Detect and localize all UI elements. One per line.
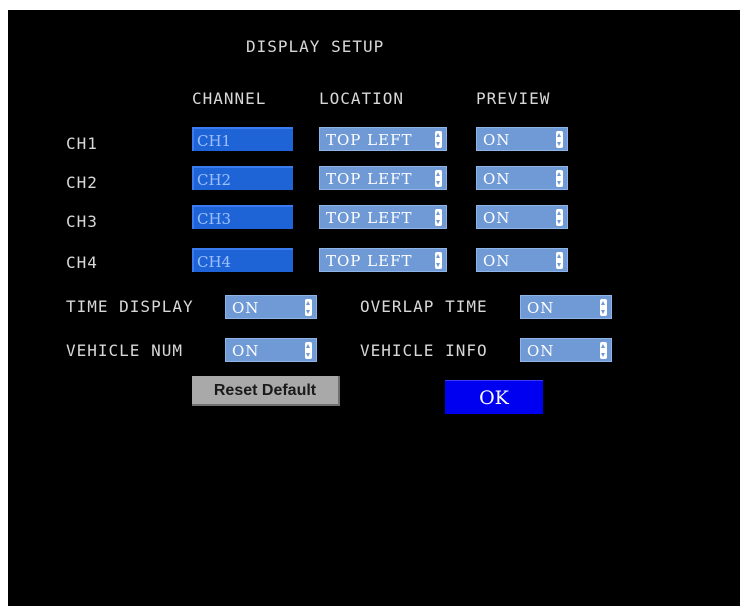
dvr-screen: DISPLAY SETUP CHANNEL LOCATION PREVIEW C…	[8, 10, 740, 606]
up-down-arrow-icon	[435, 170, 442, 187]
up-down-arrow-icon	[600, 299, 607, 316]
location-select-ch1[interactable]: TOP LEFT	[319, 127, 447, 151]
column-header-preview: PREVIEW	[476, 89, 551, 108]
row-label-ch1: CH1	[66, 134, 98, 153]
preview-select-ch4[interactable]: ON	[476, 248, 568, 272]
preview-select-value: ON	[483, 252, 511, 270]
location-select-value: TOP LEFT	[326, 209, 413, 227]
preview-select-value: ON	[483, 209, 511, 227]
channel-name-field-ch4[interactable]: CH4	[192, 248, 293, 272]
time-display-value: ON	[232, 299, 260, 317]
channel-name-field-ch2[interactable]: CH2	[192, 166, 293, 190]
up-down-arrow-icon	[556, 170, 563, 187]
vehicle-info-value: ON	[527, 342, 555, 360]
column-header-channel: CHANNEL	[192, 89, 267, 108]
row-label-ch3: CH3	[66, 212, 98, 231]
up-down-arrow-icon	[556, 131, 563, 148]
reset-default-button[interactable]: Reset Default	[192, 376, 340, 406]
row-label-ch2: CH2	[66, 173, 98, 192]
vehicle-num-label: VEHICLE NUM	[66, 341, 183, 360]
ok-button[interactable]: OK	[445, 380, 543, 414]
overlap-time-select[interactable]: ON	[520, 295, 612, 319]
preview-select-ch3[interactable]: ON	[476, 205, 568, 229]
time-display-label: TIME DISPLAY	[66, 297, 194, 316]
page-title: DISPLAY SETUP	[246, 37, 385, 56]
preview-select-value: ON	[483, 131, 511, 149]
vehicle-num-select[interactable]: ON	[225, 338, 317, 362]
up-down-arrow-icon	[556, 209, 563, 226]
up-down-arrow-icon	[305, 342, 312, 359]
overlap-time-label: OVERLAP TIME	[360, 297, 488, 316]
vehicle-num-value: ON	[232, 342, 260, 360]
channel-name-field-ch1[interactable]: CH1	[192, 127, 293, 151]
vehicle-info-label: VEHICLE INFO	[360, 341, 488, 360]
location-select-value: TOP LEFT	[326, 252, 413, 270]
overlap-time-value: ON	[527, 299, 555, 317]
up-down-arrow-icon	[305, 299, 312, 316]
location-select-value: TOP LEFT	[326, 131, 413, 149]
column-header-location: LOCATION	[319, 89, 405, 108]
up-down-arrow-icon	[600, 342, 607, 359]
time-display-select[interactable]: ON	[225, 295, 317, 319]
preview-select-ch1[interactable]: ON	[476, 127, 568, 151]
preview-select-value: ON	[483, 170, 511, 188]
row-label-ch4: CH4	[66, 253, 98, 272]
location-select-value: TOP LEFT	[326, 170, 413, 188]
preview-select-ch2[interactable]: ON	[476, 166, 568, 190]
up-down-arrow-icon	[556, 252, 563, 269]
vehicle-info-select[interactable]: ON	[520, 338, 612, 362]
location-select-ch4[interactable]: TOP LEFT	[319, 248, 447, 272]
up-down-arrow-icon	[435, 252, 442, 269]
channel-name-field-ch3[interactable]: CH3	[192, 205, 293, 229]
up-down-arrow-icon	[435, 131, 442, 148]
location-select-ch3[interactable]: TOP LEFT	[319, 205, 447, 229]
up-down-arrow-icon	[435, 209, 442, 226]
location-select-ch2[interactable]: TOP LEFT	[319, 166, 447, 190]
